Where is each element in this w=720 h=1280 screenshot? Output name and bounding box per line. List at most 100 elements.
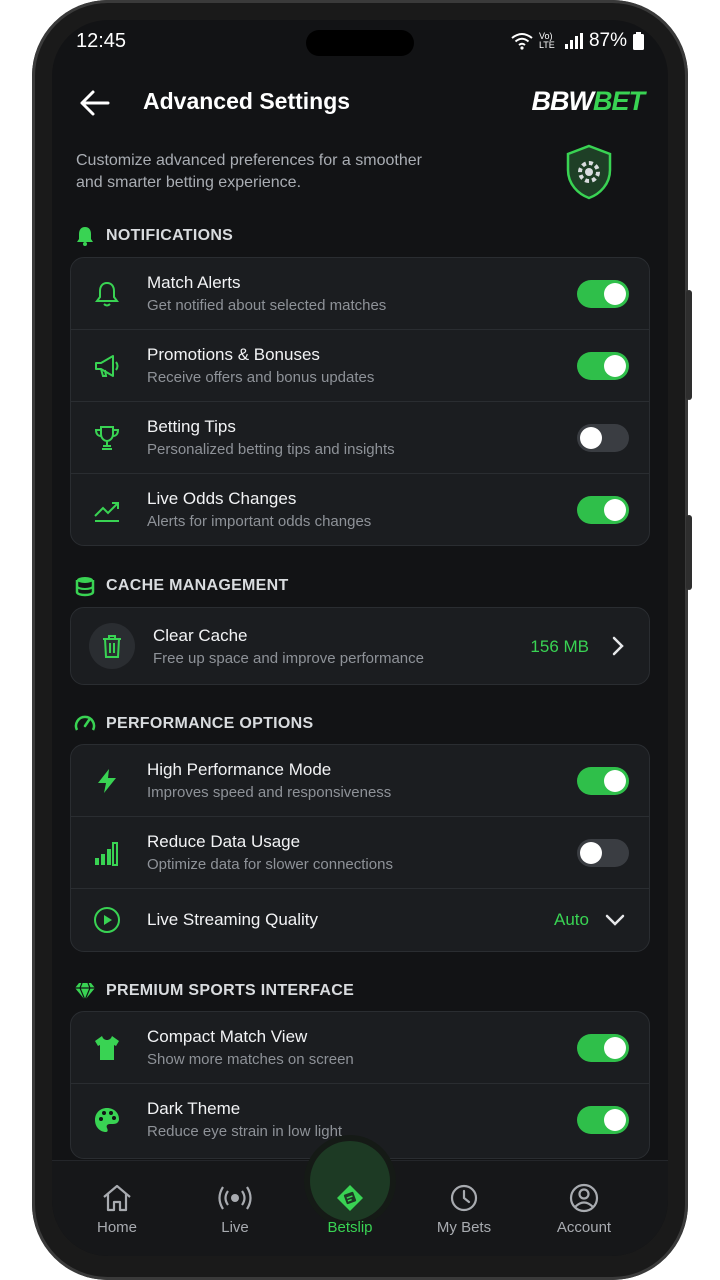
betslip-ticket-icon bbox=[337, 1185, 363, 1211]
setting-label: Compact Match View bbox=[147, 1027, 308, 1046]
clear-cache-card[interactable]: Clear Cache Free up space and improve pe… bbox=[70, 607, 650, 685]
app-screen: 12:45 Vo) LTE 87% Advanced Settings BBWB… bbox=[52, 20, 668, 1256]
live-odds-toggle[interactable] bbox=[577, 496, 629, 524]
performance-card: High Performance Mode Improves speed and… bbox=[70, 744, 650, 952]
toggle-knob bbox=[580, 842, 602, 864]
nav-live[interactable]: Live bbox=[187, 1183, 283, 1236]
nav-home[interactable]: Home bbox=[69, 1183, 165, 1236]
back-arrow-icon[interactable] bbox=[78, 88, 112, 118]
volume-button bbox=[686, 290, 692, 400]
live-broadcast-icon bbox=[218, 1186, 252, 1210]
trophy-icon bbox=[94, 426, 120, 450]
setting-high-performance: High Performance Mode Improves speed and… bbox=[71, 745, 649, 817]
bottom-navigation: Home Live Betslip My Bets Account bbox=[52, 1141, 668, 1256]
setting-label: Match Alerts bbox=[147, 273, 241, 292]
signal-bars-icon bbox=[95, 842, 118, 866]
setting-label: Live Streaming Quality bbox=[147, 910, 319, 929]
status-bar: 12:45 Vo) LTE 87% bbox=[52, 20, 668, 64]
nav-mybets-label: My Bets bbox=[436, 1219, 492, 1236]
trash-icon-circle bbox=[89, 623, 135, 669]
premium-title: PREMIUM SPORTS INTERFACE bbox=[106, 982, 355, 999]
setting-label: Reduce Data Usage bbox=[147, 832, 301, 851]
nav-account-label: Account bbox=[556, 1219, 612, 1236]
user-circle-icon bbox=[569, 1183, 599, 1213]
network-label: Vo) LTE bbox=[538, 31, 555, 50]
nav-my-bets[interactable]: My Bets bbox=[416, 1183, 512, 1236]
toggle-knob bbox=[580, 427, 602, 449]
section-title-performance: PERFORMANCE OPTIONS bbox=[74, 712, 314, 736]
dark-theme-toggle[interactable] bbox=[577, 1106, 629, 1134]
setting-live-odds: Live Odds Changes Alerts for important o… bbox=[71, 474, 649, 545]
setting-description: Improves speed and responsiveness bbox=[147, 784, 392, 801]
notifications-title: NOTIFICATIONS bbox=[106, 227, 234, 244]
database-icon bbox=[75, 577, 95, 597]
bell-icon bbox=[95, 281, 119, 307]
jersey-icon bbox=[95, 1036, 119, 1060]
toggle-knob bbox=[604, 355, 626, 377]
cache-title: CACHE MANAGEMENT bbox=[106, 577, 289, 594]
battery-percent: 87% bbox=[588, 30, 627, 51]
app-header: Advanced Settings BBWBET bbox=[52, 78, 668, 128]
brand-logo: BBWBET bbox=[531, 86, 645, 117]
reduce-data-toggle[interactable] bbox=[577, 839, 629, 867]
camera-notch bbox=[306, 30, 414, 56]
lightning-icon bbox=[98, 769, 116, 793]
cache-size: 156 MB bbox=[530, 637, 589, 656]
setting-label: Dark Theme bbox=[147, 1099, 241, 1118]
setting-description: Get notified about selected matches bbox=[147, 297, 387, 314]
toggle-knob bbox=[604, 770, 626, 792]
nav-betslip[interactable]: Betslip bbox=[302, 1183, 398, 1236]
high-performance-toggle[interactable] bbox=[577, 767, 629, 795]
section-title-premium: PREMIUM SPORTS INTERFACE bbox=[74, 979, 354, 1003]
setting-description: Receive offers and bonus updates bbox=[147, 369, 375, 386]
betting-tips-toggle[interactable] bbox=[577, 424, 629, 452]
setting-betting-tips: Betting Tips Personalized betting tips a… bbox=[71, 402, 649, 474]
premium-card: Compact Match View Show more matches on … bbox=[70, 1011, 650, 1159]
setting-description: Optimize data for slower connections bbox=[147, 856, 393, 873]
nav-live-label: Live bbox=[221, 1219, 249, 1236]
chevron-right-icon[interactable] bbox=[611, 636, 625, 656]
chevron-down-icon[interactable] bbox=[605, 913, 625, 927]
page-title: Advanced Settings bbox=[143, 88, 351, 114]
status-icons: Vo) LTE 87% bbox=[511, 30, 644, 52]
setting-promotions-bonuses: Promotions & Bonuses Receive offers and … bbox=[71, 330, 649, 402]
nav-home-label: Home bbox=[96, 1219, 137, 1236]
match-alerts-toggle[interactable] bbox=[577, 280, 629, 308]
cache-description: Free up space and improve performance bbox=[153, 650, 424, 667]
setting-streaming-quality[interactable]: Live Streaming Quality Auto bbox=[71, 889, 649, 951]
signal-icon bbox=[564, 33, 583, 49]
megaphone-icon bbox=[95, 355, 119, 377]
performance-title: PERFORMANCE OPTIONS bbox=[106, 715, 314, 732]
setting-description: Alerts for important odds changes bbox=[147, 513, 372, 530]
setting-match-alerts: Match Alerts Get notified about selected… bbox=[71, 258, 649, 330]
promotions-toggle[interactable] bbox=[577, 352, 629, 380]
toggle-knob bbox=[604, 283, 626, 305]
nav-account[interactable]: Account bbox=[536, 1183, 632, 1236]
setting-reduce-data: Reduce Data Usage Optimize data for slow… bbox=[71, 817, 649, 889]
setting-label: Betting Tips bbox=[147, 417, 236, 436]
shield-gear-icon bbox=[566, 144, 612, 200]
bell-filled-icon bbox=[77, 227, 93, 246]
toggle-knob bbox=[604, 1037, 626, 1059]
palette-icon bbox=[95, 1108, 119, 1132]
play-circle-icon bbox=[94, 907, 120, 933]
wifi-icon bbox=[511, 33, 533, 50]
toggle-knob bbox=[604, 499, 626, 521]
cache-label: Clear Cache bbox=[153, 626, 248, 645]
streaming-quality-value: Auto bbox=[554, 910, 589, 929]
nav-betslip-label: Betslip bbox=[327, 1219, 373, 1236]
setting-label: Live Odds Changes bbox=[147, 489, 297, 508]
trend-up-icon bbox=[94, 502, 119, 522]
power-button bbox=[686, 515, 692, 590]
compact-view-toggle[interactable] bbox=[577, 1034, 629, 1062]
trash-icon bbox=[103, 635, 121, 658]
notifications-card: Match Alerts Get notified about selected… bbox=[70, 257, 650, 546]
clock-icon bbox=[450, 1184, 478, 1212]
diamond-icon bbox=[75, 982, 95, 1002]
setting-compact-view: Compact Match View Show more matches on … bbox=[71, 1012, 649, 1084]
setting-description: Personalized betting tips and insights bbox=[147, 441, 395, 458]
intro-text: Customize advanced preferences for a smo… bbox=[76, 152, 422, 191]
brand-logo-white: BBW bbox=[531, 86, 594, 116]
setting-description: Show more matches on screen bbox=[147, 1051, 354, 1068]
setting-description: Reduce eye strain in low light bbox=[147, 1123, 343, 1140]
